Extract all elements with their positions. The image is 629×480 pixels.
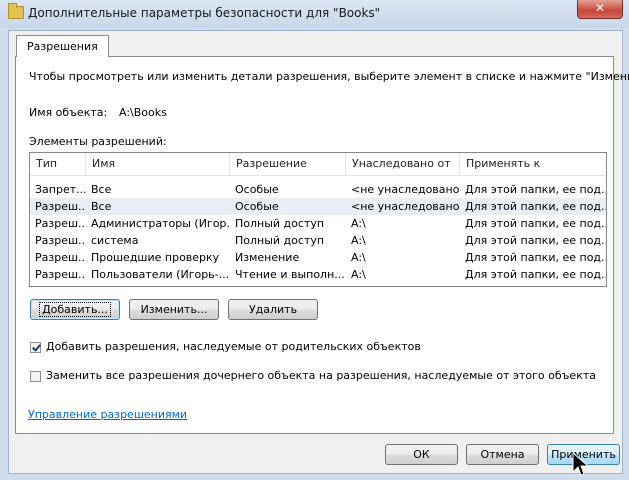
cell-type: Разреш... bbox=[35, 234, 86, 247]
replace-checkbox-label[interactable]: Заменить все разрешения дочернего объект… bbox=[46, 369, 596, 382]
cell-permission: Особые bbox=[235, 200, 279, 213]
cell-apply-to: Для этой папки, ее под... bbox=[465, 183, 606, 196]
cell-name: Администраторы (Игор... bbox=[91, 217, 230, 230]
cell-type: Разреш... bbox=[35, 251, 86, 264]
manage-permissions-link[interactable]: Управление разрешениями bbox=[28, 408, 187, 421]
permission-entries-list[interactable]: Тип Имя Разрешение Унаследовано от Приме… bbox=[29, 152, 607, 287]
cell-type: Разреш... bbox=[35, 268, 86, 281]
ok-button[interactable]: ОК bbox=[385, 444, 458, 465]
cell-inherited-from: A:\ bbox=[351, 234, 366, 247]
add-button-label: Добавить... bbox=[39, 302, 111, 317]
cell-name: Все bbox=[91, 183, 112, 196]
inherit-checkbox-label[interactable]: Добавить разрешения, наследуемые от роди… bbox=[46, 340, 421, 353]
window-title: Дополнительные параметры безопасности дл… bbox=[28, 6, 381, 20]
entries-label: Элементы разрешений: bbox=[29, 135, 167, 148]
security-dialog-window: Дополнительные параметры безопасности дл… bbox=[0, 0, 629, 480]
cell-apply-to: Для этой папки, ее под... bbox=[465, 217, 606, 230]
change-button[interactable]: Изменить... bbox=[129, 299, 219, 320]
cell-inherited-from: <не унаследовано> bbox=[351, 183, 460, 196]
cell-apply-to: Для этой папки, ее под... bbox=[465, 268, 606, 281]
cell-inherited-from: <не унаследовано> bbox=[351, 200, 460, 213]
column-header-permission[interactable]: Разрешение bbox=[230, 153, 346, 175]
inherit-checkbox[interactable] bbox=[30, 342, 41, 353]
cell-apply-to: Для этой папки, ее под... bbox=[465, 200, 606, 213]
cell-inherited-from: A:\ bbox=[351, 217, 366, 230]
table-row[interactable]: Разреш... Все Особые <не унаследовано> Д… bbox=[30, 198, 606, 215]
cell-name: система bbox=[91, 234, 139, 247]
table-row[interactable]: Разреш... система Полный доступ A:\ Для … bbox=[30, 232, 606, 249]
table-row[interactable]: Разреш... Пользователи (Игорь-... Чтение… bbox=[30, 266, 606, 283]
list-header: Тип Имя Разрешение Унаследовано от Приме… bbox=[30, 153, 606, 176]
title-bar[interactable]: Дополнительные параметры безопасности дл… bbox=[0, 0, 629, 28]
cell-apply-to: Для этой папки, ее под... bbox=[465, 234, 606, 247]
cell-type: Разреш... bbox=[35, 217, 86, 230]
add-button[interactable]: Добавить... bbox=[30, 299, 120, 320]
column-header-name[interactable]: Имя bbox=[86, 153, 230, 175]
cell-name: Все bbox=[91, 200, 112, 213]
folder-icon bbox=[8, 3, 24, 19]
column-header-type[interactable]: Тип bbox=[30, 153, 86, 175]
column-header-apply-to[interactable]: Применять к bbox=[460, 153, 606, 175]
column-header-inherited-from[interactable]: Унаследовано от bbox=[346, 153, 460, 175]
replace-checkbox[interactable] bbox=[30, 371, 41, 382]
table-row[interactable]: Запрет... Все Особые <не унаследовано> Д… bbox=[30, 181, 606, 198]
instruction-text: Чтобы просмотреть или изменить детали ра… bbox=[29, 70, 629, 83]
cell-apply-to: Для этой папки, ее под... bbox=[465, 251, 606, 264]
cell-permission: Изменение bbox=[235, 251, 300, 264]
cancel-button[interactable]: Отмена bbox=[466, 444, 539, 465]
close-button[interactable]: ✕ bbox=[577, 0, 623, 19]
cell-permission: Чтение и выполн... bbox=[235, 268, 345, 281]
cell-type: Разреш... bbox=[35, 200, 86, 213]
dialog-client-area: Разрешения Чтобы просмотреть или изменит… bbox=[8, 30, 629, 474]
cell-type: Запрет... bbox=[35, 183, 86, 196]
object-name-label: Имя объекта: bbox=[29, 106, 108, 119]
table-row[interactable]: Разреш... Администраторы (Игор... Полный… bbox=[30, 215, 606, 232]
remove-button[interactable]: Удалить bbox=[228, 299, 318, 320]
table-row[interactable]: Разреш... Прошедшие проверку Изменение A… bbox=[30, 249, 606, 266]
cell-inherited-from: A:\ bbox=[351, 251, 366, 264]
tab-permissions[interactable]: Разрешения bbox=[16, 35, 109, 57]
mouse-pointer-icon bbox=[572, 452, 590, 476]
cell-permission: Полный доступ bbox=[235, 234, 325, 247]
cell-permission: Особые bbox=[235, 183, 279, 196]
object-name-value: A:\Books bbox=[119, 106, 167, 119]
cell-inherited-from: A:\ bbox=[351, 268, 366, 281]
cell-permission: Полный доступ bbox=[235, 217, 325, 230]
cell-name: Пользователи (Игорь-... bbox=[91, 268, 230, 281]
cell-name: Прошедшие проверку bbox=[91, 251, 220, 264]
